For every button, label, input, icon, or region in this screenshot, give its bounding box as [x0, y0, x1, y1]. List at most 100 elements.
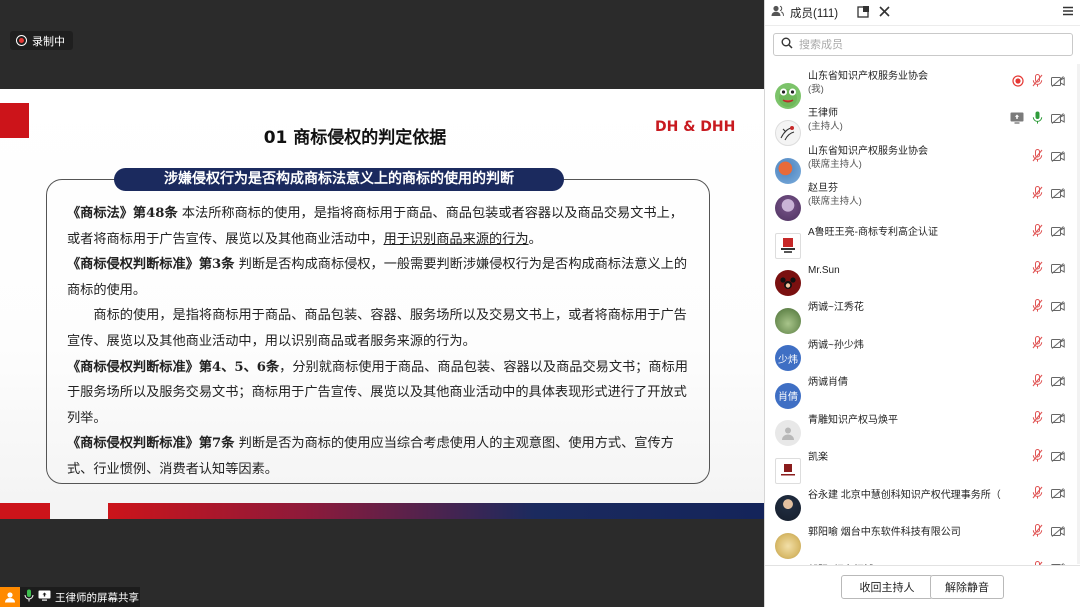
member-controls — [1032, 486, 1065, 504]
member-info: 炳诚~江秀花 — [808, 301, 1048, 314]
mic-muted-icon[interactable] — [1032, 523, 1043, 542]
mic-muted-icon[interactable] — [1032, 486, 1043, 504]
member-row[interactable]: A鲁旺王亮-商标专利高企认证 — [765, 214, 1080, 259]
mic-muted-icon[interactable] — [1032, 73, 1043, 92]
slide-title: 01 商标侵权的判定依据 — [263, 128, 447, 148]
member-controls — [1012, 73, 1065, 92]
recording-indicator[interactable]: 录制中 — [10, 31, 73, 50]
mic-muted-icon[interactable] — [1032, 223, 1043, 242]
mic-muted-icon[interactable] — [1032, 373, 1043, 392]
menu-icon[interactable] — [1062, 5, 1074, 20]
member-name: 炳诚~孙少炜 — [808, 339, 864, 351]
members-icon — [771, 5, 784, 20]
member-info: Mr.Sun — [808, 264, 1048, 277]
close-icon[interactable] — [878, 5, 891, 21]
slide-paragraph: 《商标侵权判断标准》第3条 判断是否构成商标侵权，一般需要判断涉嫌侵权行为是否构… — [67, 257, 688, 298]
member-row[interactable]: 郭阳喻 烟台中东软件科技有限公司 — [765, 514, 1080, 559]
member-info: 郭阳喻 烟台中东软件科技有限公司 — [808, 526, 1048, 539]
member-controls — [1032, 373, 1065, 392]
member-row[interactable]: 赵旦芬 (联席主持人) — [765, 177, 1080, 222]
camera-off-icon[interactable] — [1051, 299, 1065, 317]
camera-off-icon[interactable] — [1051, 74, 1065, 92]
member-row[interactable]: 谷永建 北京中慧创科知识产权代理事务所（ — [765, 477, 1080, 522]
camera-off-icon[interactable] — [1051, 449, 1065, 467]
member-row[interactable]: 山东省知识产权服务业协会 (我) — [765, 64, 1080, 109]
members-panel-header: 成员(111) — [765, 0, 1080, 26]
member-row[interactable]: 凯楽 — [765, 439, 1080, 484]
mic-muted-icon[interactable] — [1032, 261, 1043, 279]
mic-muted-icon[interactable] — [1032, 298, 1043, 317]
member-controls — [1032, 261, 1065, 279]
member-controls — [1010, 111, 1065, 129]
member-name: 山东省知识产权服务业协会 — [808, 145, 928, 157]
mic-muted-icon[interactable] — [1032, 448, 1043, 467]
members-panel-title: 成员(111) — [790, 7, 839, 20]
member-controls — [1032, 148, 1065, 167]
screen-share-icon[interactable] — [1010, 111, 1024, 129]
member-row[interactable]: 青雕知识产权马焕平 — [765, 402, 1080, 447]
member-info: 炳诚~孙少炜 — [808, 339, 1048, 352]
member-name: 谷永建 北京中慧创科知识产权代理事务所（ — [808, 489, 1001, 501]
popout-icon[interactable] — [857, 5, 870, 21]
member-info: 山东省知识产权服务业协会 (联席主持人) — [808, 145, 1048, 171]
recording-label: 录制中 — [32, 35, 65, 48]
camera-off-icon[interactable] — [1051, 111, 1065, 129]
member-controls — [1032, 523, 1065, 542]
member-row[interactable]: Mr.Sun — [765, 252, 1080, 297]
member-row[interactable]: 少炜 炳诚~孙少炜 — [765, 327, 1080, 372]
camera-off-icon[interactable] — [1051, 186, 1065, 204]
mic-muted-icon[interactable] — [1032, 186, 1043, 204]
camera-off-icon[interactable] — [1051, 524, 1065, 542]
member-info: 凯楽 — [808, 451, 1048, 464]
recording-icon[interactable] — [1012, 74, 1024, 92]
slide-body: 《商标法》第48条 本法所称商标的使用，是指将商标用于商品、商品包装或者容器以及… — [67, 201, 691, 483]
camera-off-icon[interactable] — [1051, 486, 1065, 504]
member-name: 凯楽 — [808, 452, 828, 464]
members-panel-footer: 收回主持人 解除静音 — [765, 565, 1080, 607]
member-row[interactable]: 郭阳~烟台恒博 — [765, 552, 1080, 565]
screen-share-indicator[interactable]: 王律师的屏幕共享 — [0, 587, 140, 607]
mic-muted-icon[interactable] — [1032, 148, 1043, 167]
member-name: 青雕知识产权马焕平 — [808, 414, 898, 426]
member-controls — [1032, 298, 1065, 317]
member-list: 山东省知识产权服务业协会 (我) 王律师 (主持人) 山东省知识产权服务业协会 (联席主持… — [765, 64, 1080, 565]
mic-muted-icon[interactable] — [1032, 411, 1043, 429]
reclaim-host-button[interactable]: 收回主持人 — [841, 575, 933, 599]
mic-on-icon — [24, 589, 34, 605]
slide-paragraph: 商标的使用，是指将商标用于商品、商品包装、容器、服务场所以及交易文书上，或者将商… — [67, 308, 687, 349]
member-search-box[interactable] — [773, 33, 1073, 56]
slide-banner: 涉嫌侵权行为是否构成商标法意义上的商标的使用的判断 — [114, 168, 564, 191]
member-row[interactable]: 肖倩 炳诚肖倩 — [765, 364, 1080, 409]
slide-logo: DH & DHH — [655, 119, 736, 135]
member-controls — [1032, 411, 1065, 429]
camera-off-icon[interactable] — [1051, 411, 1065, 429]
member-controls — [1032, 448, 1065, 467]
member-row[interactable]: 炳诚~江秀花 — [765, 289, 1080, 334]
member-row[interactable]: 山东省知识产权服务业协会 (联席主持人) — [765, 139, 1080, 184]
member-role: (联席主持人) — [808, 196, 862, 208]
camera-off-icon[interactable] — [1051, 149, 1065, 167]
mic-on-icon[interactable] — [1032, 111, 1043, 129]
slide-paragraph: 《商标侵权判断标准》第7条 判断是否为商标的使用应当综合考虑使用人的主观意图、使… — [67, 436, 674, 477]
members-panel: 成员(111) 山东省知识产权服务业协会(我)王律师(主持人)山东省知识产权服务… — [764, 0, 1080, 607]
camera-off-icon[interactable] — [1051, 261, 1065, 279]
member-info: 炳诚肖倩 — [808, 376, 1048, 389]
member-info: 谷永建 北京中慧创科知识产权代理事务所（ — [808, 489, 1048, 502]
camera-off-icon[interactable] — [1051, 336, 1065, 354]
slide-paragraph: 《商标法》第48条 本法所称商标的使用，是指将商标用于商品、商品包装或者容器以及… — [67, 206, 683, 247]
slide-footer-bars — [0, 503, 764, 519]
screen-share-icon — [38, 590, 51, 604]
member-search-input[interactable] — [799, 38, 1049, 51]
member-name: 炳诚~江秀花 — [808, 302, 864, 314]
presentation-slide: 01 商标侵权的判定依据 DH & DHH 涉嫌侵权行为是否构成商标法意义上的商… — [0, 89, 764, 519]
member-row[interactable]: 王律师 (主持人) — [765, 102, 1080, 147]
member-name: A鲁旺王亮-商标专利高企认证 — [808, 227, 938, 239]
unmute-all-button[interactable]: 解除静音 — [930, 575, 1004, 599]
member-role: (联席主持人) — [808, 158, 862, 170]
member-controls — [1032, 336, 1065, 354]
camera-off-icon[interactable] — [1051, 224, 1065, 242]
mic-muted-icon[interactable] — [1032, 336, 1043, 354]
screen-share-label: 王律师的屏幕共享 — [55, 591, 139, 604]
camera-off-icon[interactable] — [1051, 374, 1065, 392]
member-controls — [1032, 186, 1065, 204]
